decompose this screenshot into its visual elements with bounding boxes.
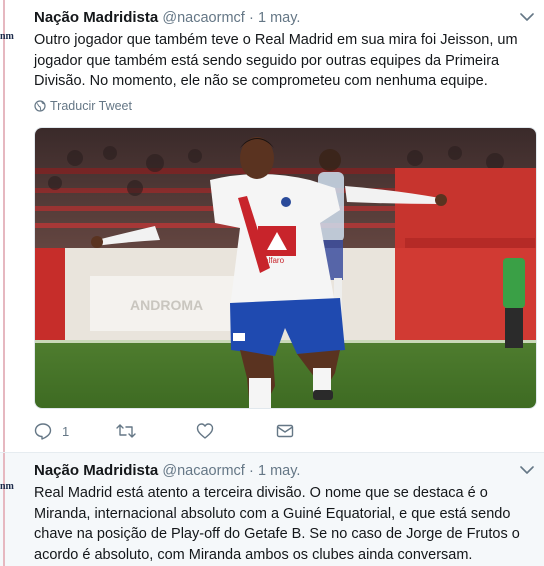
avatar[interactable]: nm <box>0 31 14 42</box>
tweet[interactable]: nm Nação Madridista @nacaormcf · 1 may. … <box>0 0 544 452</box>
tweet-photo[interactable]: ANDROMA alfaro <box>34 127 537 409</box>
like-button[interactable] <box>196 422 224 440</box>
tweet-date[interactable]: 1 may. <box>258 463 300 479</box>
jersey-text: alfaro <box>264 256 285 265</box>
retweet-icon <box>116 424 136 438</box>
tweet-header: Nação Madridista @nacaormcf · 1 may. <box>34 9 300 26</box>
envelope-icon <box>276 424 294 438</box>
tweet[interactable]: nm Nação Madridista @nacaormcf · 1 may. … <box>0 452 544 566</box>
translate-label: Traducir Tweet <box>50 99 132 113</box>
chevron-down-icon[interactable] <box>520 465 534 475</box>
author-handle[interactable]: @nacaormcf <box>162 463 244 479</box>
translate-link[interactable]: Traducir Tweet <box>34 99 132 113</box>
tweet-text: Real Madrid está atento a terceira divis… <box>34 485 520 563</box>
author-handle[interactable]: @nacaormcf <box>162 10 244 26</box>
dm-button[interactable] <box>276 422 294 440</box>
tweet-date[interactable]: 1 may. <box>258 10 300 26</box>
football-player-photo: ANDROMA alfaro <box>35 128 536 408</box>
reply-icon <box>34 423 52 440</box>
avatar[interactable]: nm <box>0 481 14 492</box>
tweet-header: Nação Madridista @nacaormcf · 1 may. <box>34 462 300 479</box>
thread-line <box>3 0 5 452</box>
author-name[interactable]: Nação Madridista <box>34 462 158 479</box>
separator: · <box>248 463 254 479</box>
tweet-actions: 1 <box>34 422 334 442</box>
retweet-button[interactable] <box>116 422 146 440</box>
separator: · <box>248 10 254 26</box>
chevron-down-icon[interactable] <box>520 12 534 22</box>
thread-line <box>3 453 5 566</box>
reply-count: 1 <box>62 423 70 439</box>
heart-icon <box>196 423 214 439</box>
reply-button[interactable]: 1 <box>34 422 69 440</box>
banner-text: ANDROMA <box>130 297 203 313</box>
globe-icon <box>34 100 46 112</box>
tweet-text: Outro jogador que também teve o Real Mad… <box>34 32 518 89</box>
author-name[interactable]: Nação Madridista <box>34 9 158 26</box>
